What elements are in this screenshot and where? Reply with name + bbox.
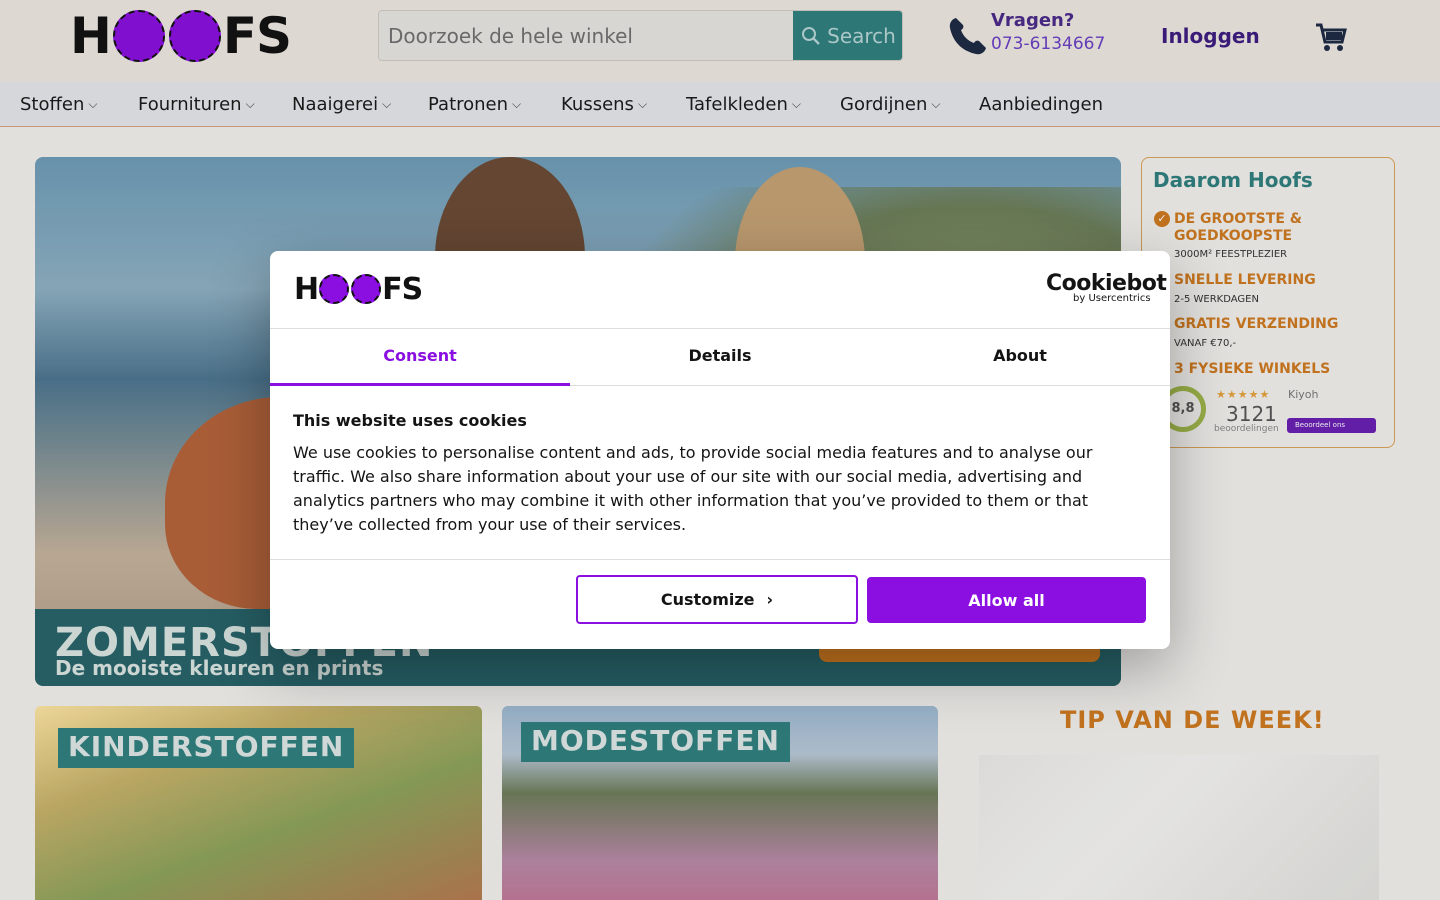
cookiebot-byline: by Usercentrics xyxy=(1073,293,1151,304)
chevron-right-icon: › xyxy=(766,590,774,609)
tab-about[interactable]: About xyxy=(870,329,1170,386)
dialog-logo: H FS xyxy=(294,271,423,307)
logo-flower-2 xyxy=(351,274,382,304)
dialog-tabs: Consent Details About xyxy=(270,329,1170,386)
dialog-divider xyxy=(270,559,1170,560)
tab-details[interactable]: Details xyxy=(570,329,870,386)
allow-all-button[interactable]: Allow all xyxy=(867,577,1146,623)
cookie-dialog: H FS Cookiebot by Usercentrics Consent De… xyxy=(270,251,1170,649)
customize-button[interactable]: Customize › xyxy=(576,575,858,624)
tab-consent[interactable]: Consent xyxy=(270,329,570,386)
dialog-title: This website uses cookies xyxy=(293,411,527,430)
logo-flower-1 xyxy=(319,274,350,304)
customize-label: Customize xyxy=(660,590,755,609)
dialog-body-text: We use cookies to personalise content an… xyxy=(293,443,1093,534)
dialog-header: H FS Cookiebot by Usercentrics xyxy=(270,251,1170,329)
